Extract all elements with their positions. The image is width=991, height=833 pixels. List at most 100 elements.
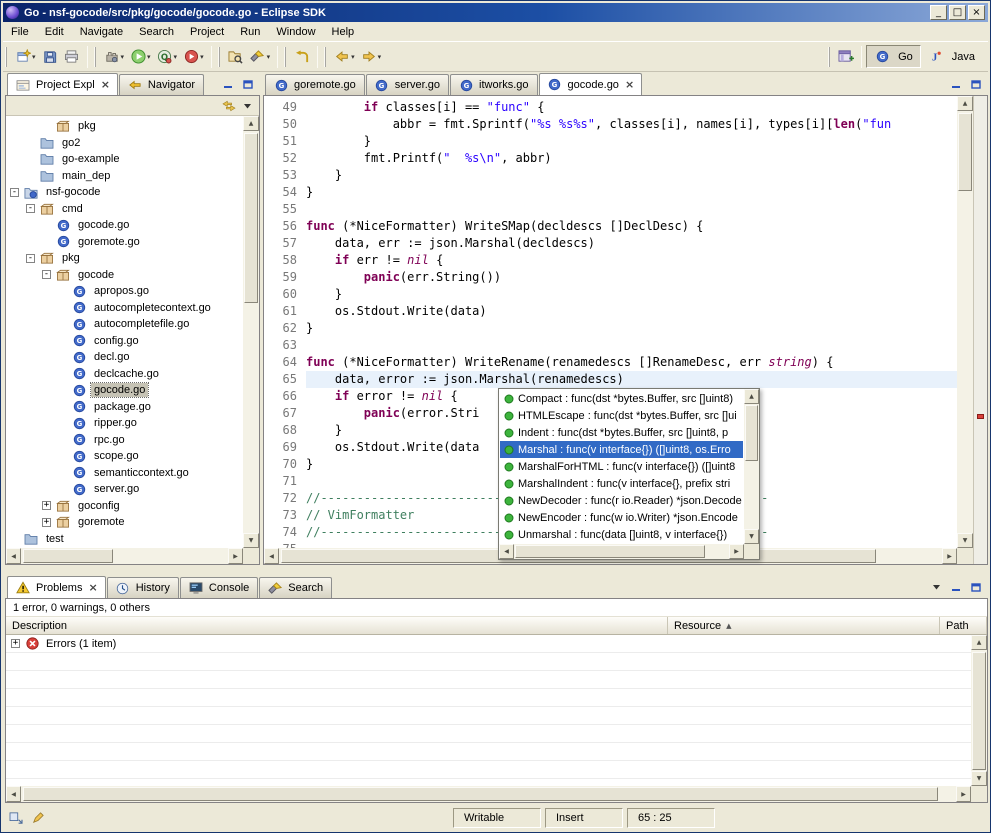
- popup-scrollbar[interactable]: ▲▼: [744, 389, 759, 544]
- editor-trim-button[interactable]: [29, 810, 47, 826]
- run-button[interactable]: ▾: [127, 45, 154, 69]
- minimize-button[interactable]: _: [930, 5, 947, 20]
- error-marker-icon[interactable]: [977, 414, 984, 419]
- popup-h-scrollbar[interactable]: ◀▶: [499, 544, 744, 559]
- tree-item-decl-go[interactable]: Gdecl.go: [6, 349, 243, 366]
- tree-scroll-thumb[interactable]: [244, 133, 258, 303]
- column-header-resource[interactable]: Resource▲: [668, 617, 940, 634]
- tree-item-config-go[interactable]: Gconfig.go: [6, 333, 243, 350]
- tree-item-server-go[interactable]: Gserver.go: [6, 481, 243, 498]
- min-view-button[interactable]: [947, 76, 965, 92]
- view-menu-button[interactable]: [927, 579, 945, 595]
- code-line-61[interactable]: 61 os.Stdout.Write(data): [264, 303, 957, 320]
- tree-item-goremote-go[interactable]: Ggoremote.go: [6, 234, 243, 251]
- min-view-button[interactable]: [219, 76, 237, 92]
- editor-tab-goremote-go[interactable]: Ggoremote.go: [265, 74, 365, 95]
- close-tab-icon[interactable]: ×: [625, 78, 634, 91]
- view-menu-button[interactable]: [238, 98, 256, 114]
- tree-scroll-down-button[interactable]: ▼: [243, 533, 259, 548]
- editor-h-scroll-left-button[interactable]: ◀: [264, 548, 279, 564]
- overview-ruler[interactable]: [973, 96, 987, 564]
- editor-scrollbar[interactable]: ▲▼: [957, 96, 973, 548]
- editor-tab-server-go[interactable]: Gserver.go: [366, 74, 449, 95]
- code-line-63[interactable]: 63: [264, 337, 957, 354]
- completion-item[interactable]: NewDecoder : func(r io.Reader) *json.Dec…: [500, 492, 743, 509]
- completion-item[interactable]: MarshalIndent : func(v interface{}, pref…: [500, 475, 743, 492]
- tree-item-semanticcontext-go[interactable]: Gsemanticcontext.go: [6, 465, 243, 482]
- dropdown-arrow-icon[interactable]: ▾: [267, 53, 271, 61]
- menu-run[interactable]: Run: [232, 24, 268, 40]
- popup-scroll-up-button[interactable]: ▲: [744, 389, 759, 404]
- tree-h-scroll-thumb[interactable]: [23, 549, 113, 563]
- problems-scrollbar[interactable]: ▲▼: [971, 635, 987, 786]
- code-line-57[interactable]: 57 data, err := json.Marshal(decldescs): [264, 235, 957, 252]
- editor-h-scroll-right-button[interactable]: ▶: [942, 548, 957, 564]
- tree-item-test[interactable]: test: [6, 531, 243, 548]
- panel-tab-history[interactable]: History: [107, 577, 179, 598]
- completion-item[interactable]: HTMLEscape : func(dst *bytes.Buffer, src…: [500, 407, 743, 424]
- editor-scroll-down-button[interactable]: ▼: [957, 533, 973, 548]
- tree-item-gocode-go[interactable]: Ggocode.go: [6, 382, 243, 399]
- collapse-icon[interactable]: -: [26, 254, 35, 263]
- tree-item-go2[interactable]: go2: [6, 135, 243, 152]
- tree-item-nsf-gocode[interactable]: -nsf-gocode: [6, 184, 243, 201]
- completion-item[interactable]: Compact : func(dst *bytes.Buffer, src []…: [500, 390, 743, 407]
- tree-scroll-up-button[interactable]: ▲: [243, 116, 259, 131]
- menu-file[interactable]: File: [3, 24, 37, 40]
- menu-project[interactable]: Project: [182, 24, 232, 40]
- tree-item-rpc-go[interactable]: Grpc.go: [6, 432, 243, 449]
- view-tab-navigator[interactable]: Navigator: [119, 74, 204, 95]
- tree-item-declcache-go[interactable]: Gdeclcache.go: [6, 366, 243, 383]
- tree-scrollbar[interactable]: ▲▼: [243, 116, 259, 548]
- popup-h-scroll-thumb[interactable]: [515, 545, 705, 558]
- code-line-50[interactable]: 50 abbr = fmt.Sprintf("%s %s%s", classes…: [264, 116, 957, 133]
- column-header-path[interactable]: Path: [940, 617, 987, 634]
- menu-navigate[interactable]: Navigate: [72, 24, 131, 40]
- tree-item-ripper-go[interactable]: Gripper.go: [6, 415, 243, 432]
- menu-help[interactable]: Help: [324, 24, 363, 40]
- completion-list[interactable]: Compact : func(dst *bytes.Buffer, src []…: [500, 390, 743, 543]
- panel-tab-console[interactable]: Console: [180, 577, 258, 598]
- code-line-49[interactable]: 49 if classes[i] == "func" {: [264, 99, 957, 116]
- debug-button[interactable]: ▾: [101, 45, 128, 69]
- perspective-go-button[interactable]: GGo: [866, 45, 921, 68]
- code-line-53[interactable]: 53 }: [264, 167, 957, 184]
- link-editor-button[interactable]: [220, 98, 238, 114]
- code-line-54[interactable]: 54}: [264, 184, 957, 201]
- forward-button[interactable]: ▾: [358, 45, 385, 69]
- min-view-button[interactable]: [947, 579, 965, 595]
- completion-item[interactable]: NewEncoder : func(w io.Writer) *json.Enc…: [500, 509, 743, 526]
- completion-item[interactable]: Unmarshal : func(data []uint8, v interfa…: [500, 526, 743, 543]
- title-bar[interactable]: Go - nsf-gocode/src/pkg/gocode/gocode.go…: [3, 3, 988, 22]
- problems-h-scrollbar[interactable]: ◀▶: [6, 786, 971, 802]
- problems-scroll-up-button[interactable]: ▲: [971, 635, 987, 650]
- editor-scroll-up-button[interactable]: ▲: [957, 96, 973, 111]
- tree-item-goremote[interactable]: +goremote: [6, 514, 243, 531]
- menu-edit[interactable]: Edit: [37, 24, 72, 40]
- collapse-icon[interactable]: -: [10, 188, 19, 197]
- problems-row[interactable]: +Errors (1 item): [6, 635, 971, 653]
- max-view-button[interactable]: [967, 76, 985, 92]
- panel-tab-search[interactable]: Search: [259, 577, 332, 598]
- problems-h-scroll-thumb[interactable]: [23, 787, 938, 801]
- code-line-59[interactable]: 59 panic(err.String()): [264, 269, 957, 286]
- project-tree[interactable]: pkggo2go-examplemain_dep-nsf-gocode-cmdG…: [6, 116, 243, 548]
- fast-view-button[interactable]: [7, 810, 25, 826]
- last-edit-button[interactable]: [291, 45, 313, 69]
- code-line-52[interactable]: 52 fmt.Printf(" %s\n", abbr): [264, 150, 957, 167]
- problems-scroll-thumb[interactable]: [972, 652, 986, 770]
- perspective-java-button[interactable]: JJava: [921, 45, 982, 68]
- menu-search[interactable]: Search: [131, 24, 182, 40]
- tree-item-package-go[interactable]: Gpackage.go: [6, 399, 243, 416]
- panel-tab-problems[interactable]: Problems×: [7, 576, 106, 598]
- search-button[interactable]: ▾: [247, 45, 274, 69]
- tree-item-autocompletefile-go[interactable]: Gautocompletefile.go: [6, 316, 243, 333]
- code-line-62[interactable]: 62}: [264, 320, 957, 337]
- open-resource-button[interactable]: [225, 45, 247, 69]
- tree-item-goconfig[interactable]: +goconfig: [6, 498, 243, 515]
- collapse-icon[interactable]: -: [42, 270, 51, 279]
- dropdown-arrow-icon[interactable]: ▾: [174, 53, 178, 61]
- editor-scroll-thumb[interactable]: [958, 113, 972, 191]
- code-line-64[interactable]: 64func (*NiceFormatter) WriteRename(rena…: [264, 354, 957, 371]
- expand-icon[interactable]: +: [42, 501, 51, 510]
